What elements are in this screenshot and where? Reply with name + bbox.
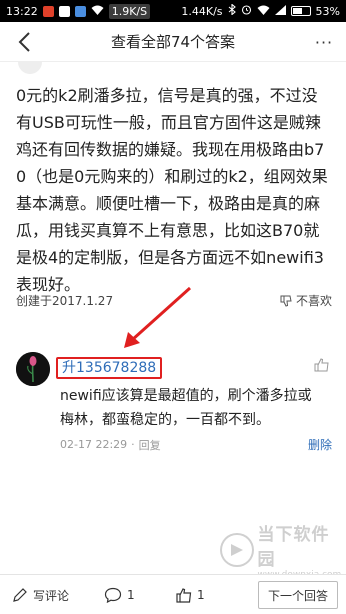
bottom-action-bar: 写评论 1 1 下一个回答 [0, 574, 346, 614]
wifi-icon [91, 5, 104, 18]
created-date: 创建于2017.1.27 [16, 294, 114, 308]
app-notification-icon-2 [58, 5, 70, 17]
app-notification-icon-3 [74, 5, 86, 17]
comments-button[interactable]: 1 [104, 575, 135, 614]
answer-line: 0（也是0元购来的）和刷过的k2，组网效果 [16, 167, 328, 186]
network-speed-left: 1.9K/S [108, 3, 151, 19]
next-answer-button[interactable]: 下一个回答 [258, 581, 338, 609]
pencil-icon [13, 588, 27, 602]
comment-line: newifi应该算是最超值的，刷个潘多拉或 [60, 388, 312, 404]
app-notification-icon [42, 5, 54, 17]
answer-text: 0元的k2刷潘多拉，信号是真的强，不过没 有USB可玩性一般，而且官方固件这是贼… [16, 82, 336, 298]
bluetooth-icon [228, 3, 236, 18]
comment-username[interactable]: 升135678288 [56, 357, 163, 379]
avatar[interactable] [16, 352, 50, 386]
comment-like-button[interactable] [314, 358, 330, 372]
watermark: 当下软件园 www.downxia.com [220, 525, 346, 580]
answer-line: 基本满意。顺便吐槽一下，极路由是真的麻 [16, 194, 321, 213]
wifi-signal-icon [257, 5, 270, 18]
write-comment-button[interactable]: 写评论 [12, 575, 69, 614]
write-comment-label: 写评论 [33, 588, 70, 603]
meta-separator: · [131, 438, 135, 451]
thumbs-down-icon [280, 295, 292, 307]
delete-button[interactable]: 删除 [308, 436, 332, 453]
answer-line: 是极4的定制版，但是各方面远不如newifi3 [16, 248, 324, 267]
watermark-name: 当下软件园 [257, 525, 330, 570]
comment-line: 梅林，都蛮稳定的，一百都不到。 [60, 412, 270, 428]
more-button[interactable]: ··· [310, 28, 338, 56]
chevron-left-icon [18, 32, 30, 52]
comment-meta: 02-17 22:29 · 回复 删除 [60, 436, 332, 453]
answer-line: 瓜，用钱买真算不上有意思，比如这B70就 [16, 221, 320, 240]
alarm-icon [241, 4, 252, 18]
comment-bubble-icon [104, 587, 122, 603]
reply-button[interactable]: 回复 [139, 437, 161, 453]
status-bar: 13:22 1.9K/S 1.44K/s 53% [0, 0, 346, 22]
dislike-button[interactable]: 不喜欢 [280, 292, 332, 309]
like-count: 1 [197, 588, 205, 602]
cell-signal-icon [274, 4, 286, 18]
thumbs-up-icon [314, 358, 329, 372]
answer-meta: 创建于2017.1.27 不喜欢 [16, 292, 332, 309]
status-time: 13:22 [6, 4, 38, 18]
dislike-label: 不喜欢 [295, 294, 332, 308]
scrolled-avatar-fragment [18, 62, 42, 74]
answer-line: 鸡还有回传数据的嫌疑。我现在用极路由b7 [16, 140, 325, 159]
nav-bar: 查看全部74个答案 ··· [0, 22, 346, 62]
watermark-logo-icon [220, 533, 254, 567]
answer-line: 0元的k2刷潘多拉，信号是真的强，不过没 [16, 86, 318, 105]
answer-line: 有USB可玩性一般，而且官方固件这是贼辣 [16, 113, 321, 132]
network-speed-right: 1.44K/s [181, 4, 223, 18]
comment-time: 02-17 22:29 [60, 438, 128, 451]
comment-count: 1 [127, 588, 135, 602]
back-button[interactable] [10, 28, 38, 56]
battery-level: 53% [315, 4, 340, 18]
battery-icon [290, 6, 311, 16]
page-title: 查看全部74个答案 [110, 33, 236, 51]
like-button[interactable]: 1 [176, 575, 205, 614]
comment-text: newifi应该算是最超值的，刷个潘多拉或 梅林，都蛮稳定的，一百都不到。 [60, 384, 330, 432]
thumbs-up-icon [176, 587, 192, 603]
